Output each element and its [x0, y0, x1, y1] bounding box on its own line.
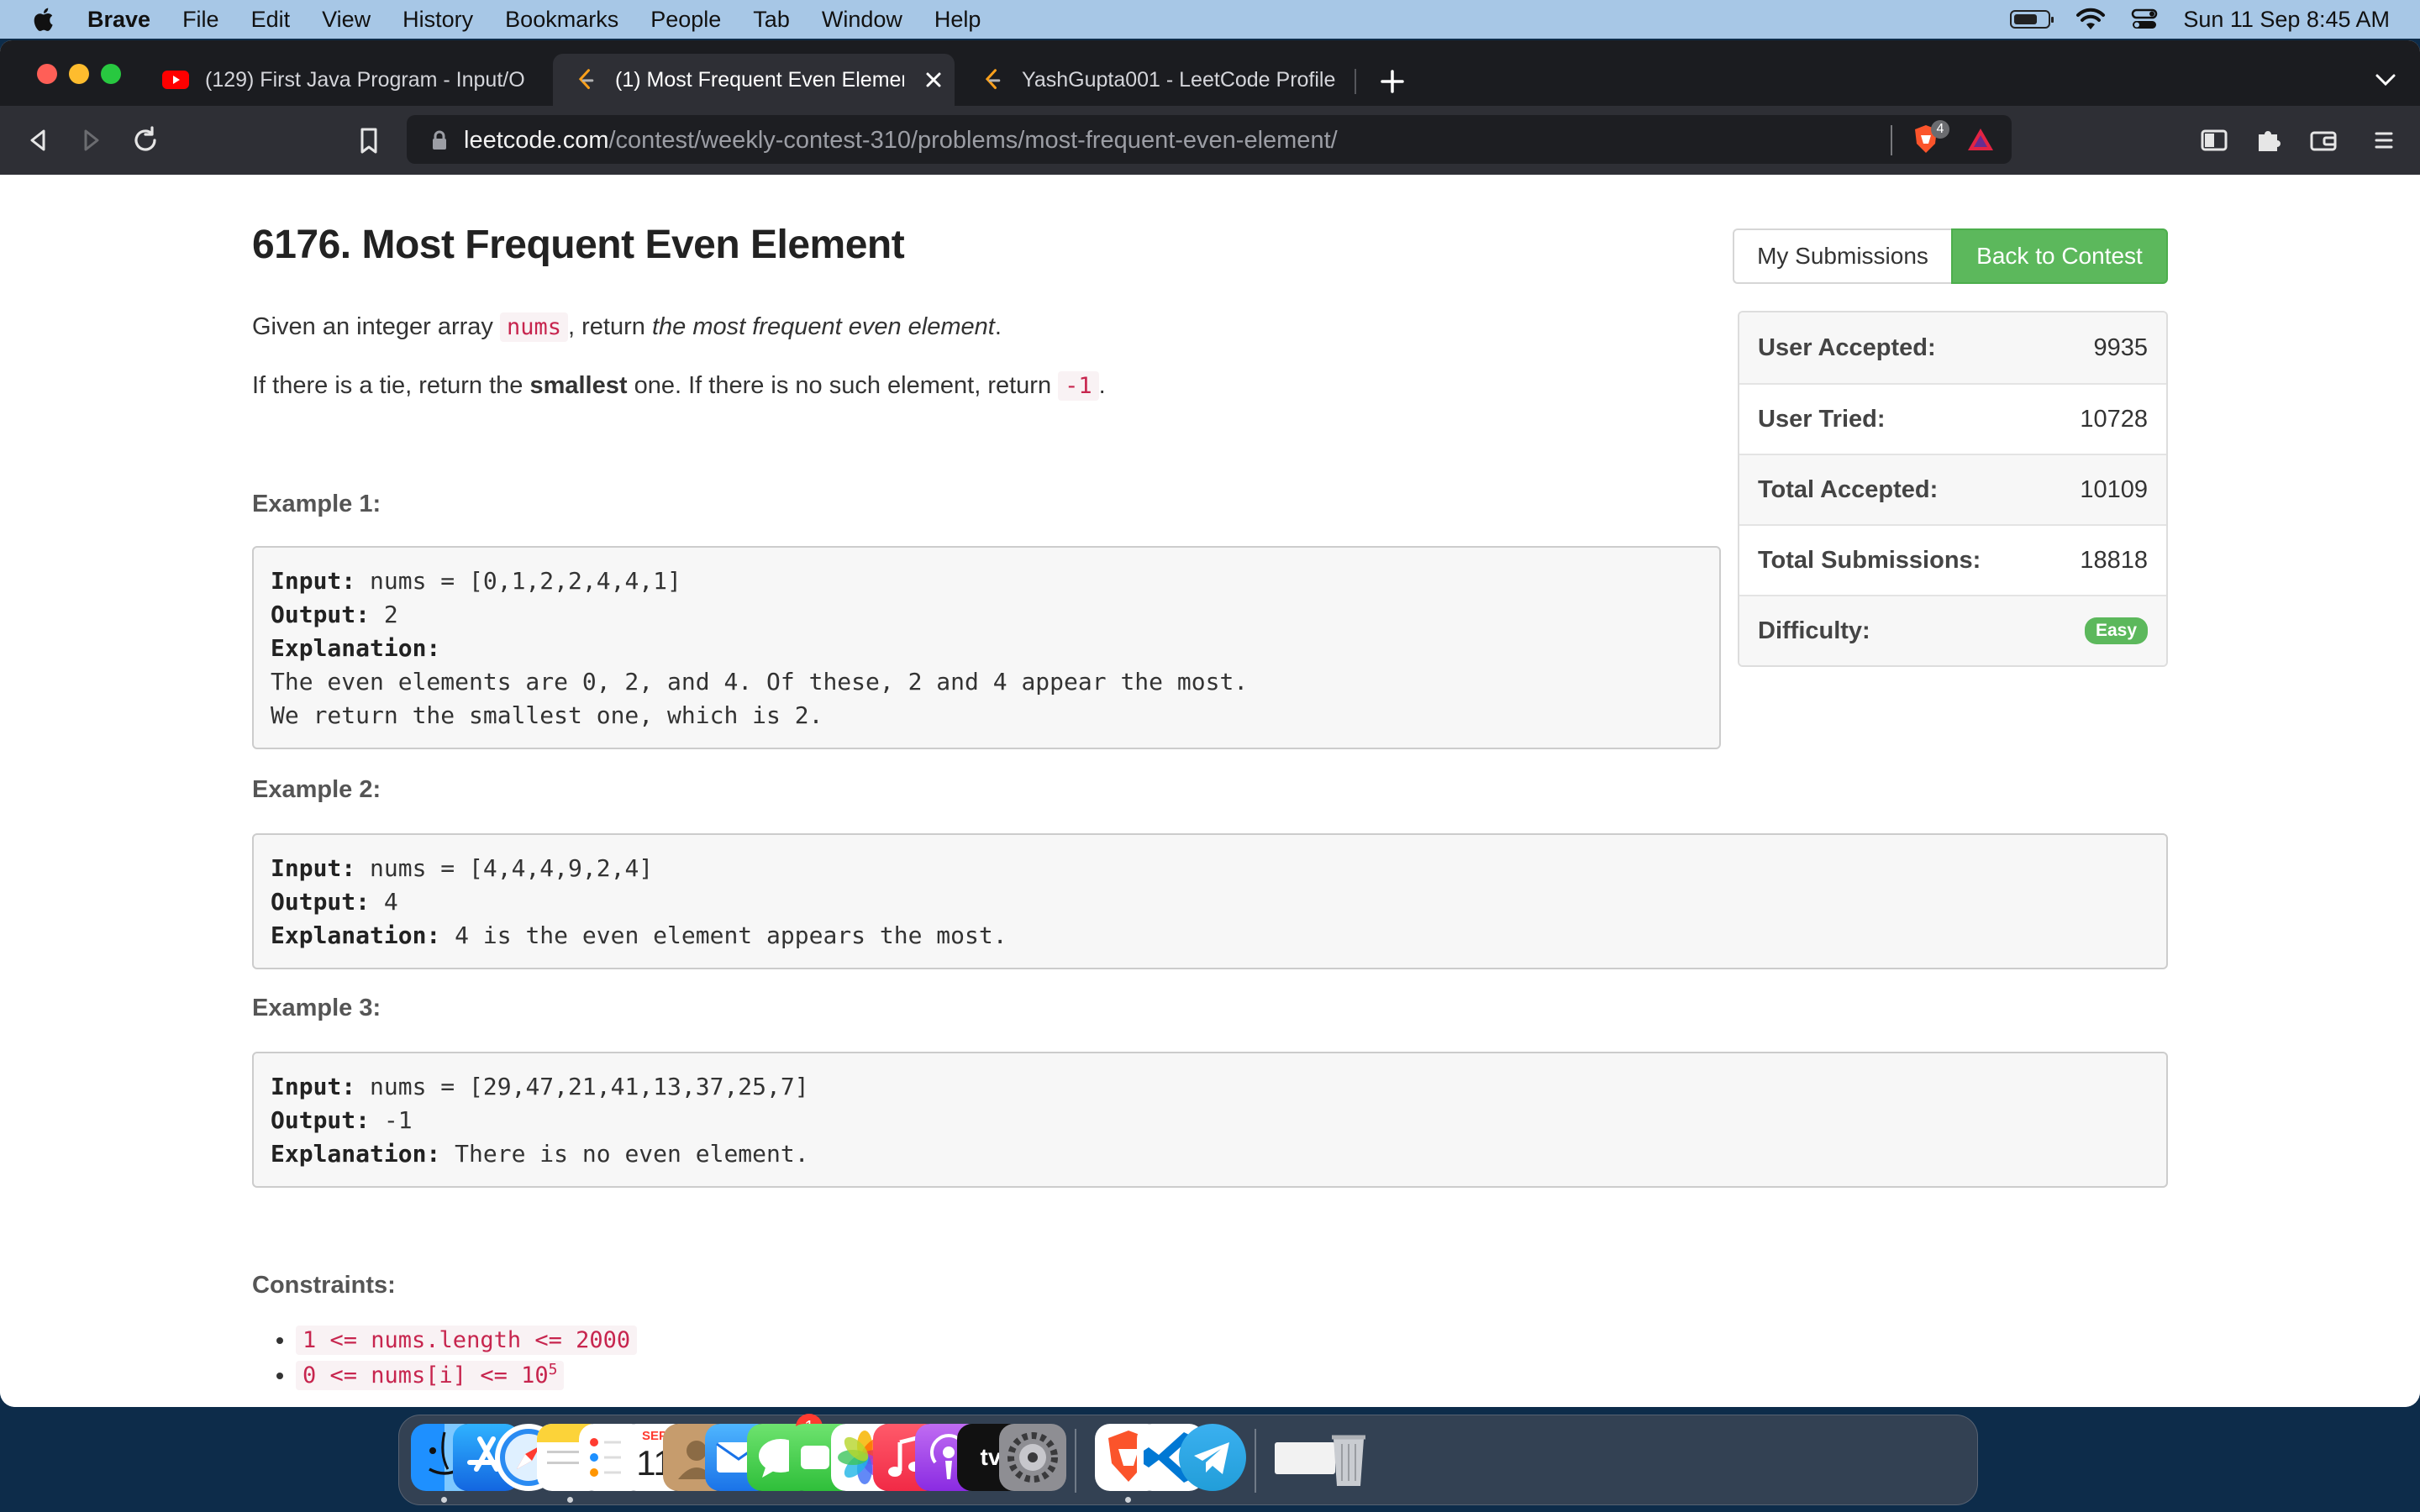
tab-youtube[interactable]: (129) First Java Program - Input/Output — [143, 54, 544, 106]
example-3-heading: Example 3: — [252, 995, 381, 1021]
back-icon[interactable] — [22, 124, 54, 156]
new-tab-icon[interactable] — [1380, 69, 1405, 94]
minimize-window-button[interactable] — [69, 64, 89, 84]
urlbar-divider — [1891, 125, 1892, 155]
stat-user-tried: User Tried: 10728 — [1739, 383, 2166, 454]
close-tab-icon[interactable] — [924, 71, 943, 89]
dock-separator — [1075, 1429, 1076, 1493]
trash-icon[interactable] — [1315, 1424, 1382, 1491]
menu-edit[interactable]: Edit — [251, 7, 291, 33]
control-center-icon[interactable] — [2131, 8, 2158, 31]
brave-rewards-icon[interactable] — [1966, 127, 1995, 152]
system-preferences-icon[interactable] — [999, 1424, 1066, 1491]
menu-window[interactable]: Window — [822, 7, 902, 33]
inline-code-minus-one: -1 — [1058, 371, 1099, 401]
close-window-button[interactable] — [37, 64, 57, 84]
back-to-contest-button[interactable]: Back to Contest — [1951, 228, 2168, 284]
menu-app-name[interactable]: Brave — [87, 7, 150, 33]
menu-history[interactable]: History — [402, 7, 473, 33]
inline-code-nums: nums — [499, 312, 569, 342]
constraint-item: 0 <= nums[i] <= 105 — [296, 1357, 637, 1393]
lock-icon[interactable] — [430, 129, 449, 151]
menu-tab[interactable]: Tab — [753, 7, 790, 33]
address-bar[interactable]: leetcode.com/contest/weekly-contest-310/… — [407, 115, 2012, 164]
url-path: /contest/weekly-contest-310/problems/mos… — [608, 127, 1338, 154]
macos-menu-bar: Brave File Edit View History Bookmarks P… — [0, 0, 2420, 39]
apple-logo-icon[interactable] — [30, 5, 59, 34]
menu-clock[interactable]: Sun 11 Sep 8:45 AM — [2183, 7, 2390, 33]
battery-icon[interactable] — [2010, 10, 2054, 29]
menu-view[interactable]: View — [322, 7, 371, 33]
shields-count-badge: 4 — [1931, 120, 1949, 139]
browser-window: (129) First Java Program - Input/Output … — [0, 40, 2420, 1407]
problem-tie-rule: If there is a tie, return the smallest o… — [252, 371, 1106, 401]
youtube-icon — [162, 71, 189, 89]
tab-leetcode-profile[interactable]: YashGupta001 - LeetCode Profile — [960, 54, 1363, 106]
contest-stats-panel: User Accepted: 9935 User Tried: 10728 Tota… — [1738, 311, 2168, 667]
dock-separator — [1255, 1429, 1256, 1493]
menu-people[interactable]: People — [650, 7, 721, 33]
url-text: leetcode.com/contest/weekly-contest-310/… — [464, 127, 1338, 155]
page-content: 6176. Most Frequent Even Element My Subm… — [0, 175, 2420, 1407]
browser-toolbar: leetcode.com/contest/weekly-contest-310/… — [0, 106, 2420, 175]
menu-help[interactable]: Help — [934, 7, 981, 33]
bookmark-icon[interactable] — [353, 124, 385, 156]
tab-most-frequent-even-element[interactable]: (1) Most Frequent Even Element — [553, 54, 955, 106]
my-submissions-button[interactable]: My Submissions — [1733, 228, 1951, 284]
macos-dock: SEP11 1 tv — [398, 1414, 1978, 1505]
tab-divider — [1355, 69, 1356, 94]
constraints-heading: Constraints: — [252, 1272, 396, 1299]
telegram-icon[interactable] — [1179, 1424, 1246, 1491]
example-2-block: Input: nums = [4,4,4,9,2,4] Output: 4 Ex… — [252, 833, 2168, 969]
sidebar-toggle-icon[interactable] — [2198, 124, 2230, 156]
stat-user-accepted: User Accepted: 9935 — [1739, 312, 2166, 383]
example-3-block: Input: nums = [29,47,21,41,13,37,25,7] O… — [252, 1052, 2168, 1188]
running-indicator — [441, 1497, 447, 1503]
stat-difficulty: Difficulty: Easy — [1739, 595, 2166, 665]
stat-total-submissions: Total Submissions: 18818 — [1739, 524, 2166, 595]
menu-file[interactable]: File — [182, 7, 219, 33]
constraint-item: 1 <= nums.length <= 2000 — [296, 1322, 638, 1357]
extensions-puzzle-icon[interactable] — [2252, 124, 2284, 156]
menu-bookmarks[interactable]: Bookmarks — [505, 7, 618, 33]
zoom-window-button[interactable] — [101, 64, 121, 84]
difficulty-badge: Easy — [2084, 617, 2148, 644]
wallet-icon[interactable] — [2307, 124, 2339, 156]
example-1-block: Input: nums = [0,1,2,2,4,4,1] Output: 2 … — [252, 546, 1721, 749]
running-indicator — [567, 1497, 573, 1503]
tab-title: YashGupta001 - LeetCode Profile — [1022, 67, 1336, 92]
url-host: leetcode.com — [464, 127, 609, 154]
running-indicator — [1125, 1497, 1131, 1503]
wifi-icon[interactable] — [2075, 8, 2106, 31]
reload-icon[interactable] — [129, 124, 161, 156]
example-2-heading: Example 2: — [252, 776, 381, 803]
constraints-list: 1 <= nums.length <= 2000 0 <= nums[i] <=… — [296, 1322, 638, 1393]
tab-list-chevron-icon[interactable] — [2375, 72, 2396, 87]
forward-icon[interactable] — [76, 124, 108, 156]
menu-hamburger-icon[interactable] — [2368, 124, 2400, 156]
tab-title: (129) First Java Program - Input/Output — [205, 67, 526, 92]
problem-description: Given an integer array nums, return the … — [252, 312, 1002, 342]
example-1-heading: Example 1: — [252, 491, 381, 517]
leetcode-icon — [578, 69, 594, 90]
problem-title: 6176. Most Frequent Even Element — [252, 223, 905, 267]
stat-total-accepted: Total Accepted: 10109 — [1739, 454, 2166, 524]
leetcode-icon — [985, 69, 1001, 90]
tab-title: (1) Most Frequent Even Element — [615, 67, 904, 92]
tab-bar: (129) First Java Program - Input/Output … — [0, 40, 2420, 106]
